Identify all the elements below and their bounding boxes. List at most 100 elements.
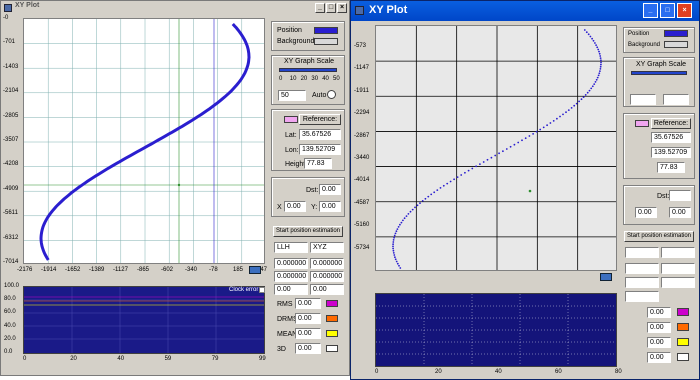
background-color-swatch[interactable] xyxy=(664,41,688,48)
tick-label: 80.0 xyxy=(4,296,16,303)
tick-label: 99 xyxy=(259,356,266,362)
y-field[interactable]: 0.00 xyxy=(669,207,691,218)
3d-color-swatch[interactable] xyxy=(677,353,689,361)
tick-label: 50 xyxy=(333,76,340,82)
scale-title: XY Graph Scale xyxy=(636,61,687,68)
track-point xyxy=(570,107,573,109)
clock-error-checkbox[interactable] xyxy=(259,287,265,293)
track-point xyxy=(578,100,580,103)
title-bar[interactable]: XY Plot _ □ × xyxy=(1,1,349,15)
position-color-swatch[interactable] xyxy=(664,30,688,37)
track-point xyxy=(552,120,555,122)
scale-slider[interactable] xyxy=(631,71,687,75)
track-point xyxy=(439,187,442,189)
tick-label: 20 xyxy=(300,76,308,82)
track-point xyxy=(392,243,394,246)
clock-error-grid xyxy=(24,287,264,353)
rms-color-swatch[interactable] xyxy=(326,300,338,307)
auto-toggle[interactable] xyxy=(327,90,336,99)
track-point xyxy=(593,83,596,85)
xyz-field[interactable]: XYZ xyxy=(310,242,344,253)
background-label: Background xyxy=(628,42,661,48)
height-field[interactable]: 77.83 xyxy=(304,158,332,169)
tick-label: -340 xyxy=(185,267,198,273)
track-point xyxy=(567,109,570,111)
tick-label: -5611 xyxy=(3,210,18,217)
maximize-button[interactable]: □ xyxy=(326,3,336,13)
lat-field[interactable]: 35.67526 xyxy=(651,132,691,143)
track-point xyxy=(416,204,419,207)
xy-plot-window-left: XY Plot _ □ × -0 -701 -1403 -2104 -2805 -3507… xyxy=(0,0,350,376)
tick-label: -1914 xyxy=(41,267,57,273)
x-field[interactable]: 0.00 xyxy=(635,207,657,218)
tick-label: -7014 xyxy=(3,259,19,265)
tick-label: 30 xyxy=(311,76,319,82)
mean-color-swatch[interactable] xyxy=(326,330,338,337)
title-bar[interactable]: XY Plot _ □ × xyxy=(351,1,699,21)
height-field[interactable]: 77.83 xyxy=(657,162,685,173)
track-point xyxy=(594,81,597,83)
track-point xyxy=(394,232,397,235)
close-button[interactable]: × xyxy=(337,3,347,13)
drms-color-swatch[interactable] xyxy=(677,323,689,331)
llh-field[interactable]: LLH xyxy=(274,242,308,253)
3d-field: 0.00 xyxy=(647,352,671,363)
rms-color-swatch[interactable] xyxy=(677,308,689,316)
tick-label: 20.0 xyxy=(4,335,16,342)
reference-button[interactable]: Reference: xyxy=(651,118,691,129)
track-point xyxy=(600,61,602,64)
track-point xyxy=(392,247,394,250)
tick-label: -2176 xyxy=(17,267,33,273)
track-point xyxy=(486,158,489,161)
track-point xyxy=(517,141,520,144)
scale-slider[interactable] xyxy=(279,68,337,72)
mean-color-swatch[interactable] xyxy=(677,338,689,346)
tick-label: -1389 xyxy=(89,267,105,273)
background-color-swatch[interactable] xyxy=(314,38,338,45)
xy-track-plot[interactable] xyxy=(23,18,265,264)
tick-label: 185 xyxy=(233,267,244,273)
reference-button[interactable]: Reference: xyxy=(299,114,341,125)
zoom-icon[interactable] xyxy=(600,273,612,281)
auto-button[interactable] xyxy=(663,94,689,105)
track-point xyxy=(509,145,512,148)
tick-label: 40.0 xyxy=(4,322,16,329)
clock-error-plot xyxy=(375,293,617,367)
zoom-icon[interactable] xyxy=(249,266,261,274)
close-button[interactable]: × xyxy=(677,3,692,18)
track-point xyxy=(598,50,600,53)
coord-field xyxy=(625,247,659,258)
start-estimation-button[interactable]: Start position estimation xyxy=(624,231,694,242)
track-point xyxy=(398,264,400,267)
track-point xyxy=(524,137,527,140)
track-point xyxy=(482,161,485,163)
x-field[interactable]: 0.00 xyxy=(284,201,306,212)
track-point xyxy=(582,96,585,98)
lon-label: Lon: xyxy=(285,147,299,154)
clock-error-grid xyxy=(376,294,616,366)
lon-field[interactable]: 139.52709 xyxy=(651,147,691,158)
track-point xyxy=(446,182,449,185)
drms-color-swatch[interactable] xyxy=(326,315,338,322)
mean-field: 0.00 xyxy=(647,337,671,348)
reference-color-swatch xyxy=(284,116,298,123)
minimize-button[interactable]: _ xyxy=(643,3,658,18)
coord-field xyxy=(661,277,695,288)
lon-field[interactable]: 139.52709 xyxy=(299,144,341,155)
position-color-swatch[interactable] xyxy=(314,27,338,34)
tick-label: 79 xyxy=(211,356,219,362)
y-field[interactable]: 0.00 xyxy=(319,201,341,212)
minimize-button[interactable]: _ xyxy=(315,3,325,13)
lat-field[interactable]: 35.67526 xyxy=(299,129,341,140)
scale-value-input[interactable]: 50 xyxy=(278,90,306,101)
scale-value-input[interactable] xyxy=(630,94,656,105)
dist-field[interactable]: 0.00 xyxy=(319,184,341,195)
3d-color-swatch[interactable] xyxy=(326,345,338,352)
start-estimation-button[interactable]: Start position estimation xyxy=(273,226,343,237)
maximize-button[interactable]: □ xyxy=(660,3,675,18)
tick-label: -78 xyxy=(209,267,218,273)
tick-label: -3440 xyxy=(354,155,370,161)
tick-label: 20 xyxy=(435,369,442,375)
xy-track-plot[interactable] xyxy=(375,25,617,271)
dist-field[interactable] xyxy=(669,190,691,201)
